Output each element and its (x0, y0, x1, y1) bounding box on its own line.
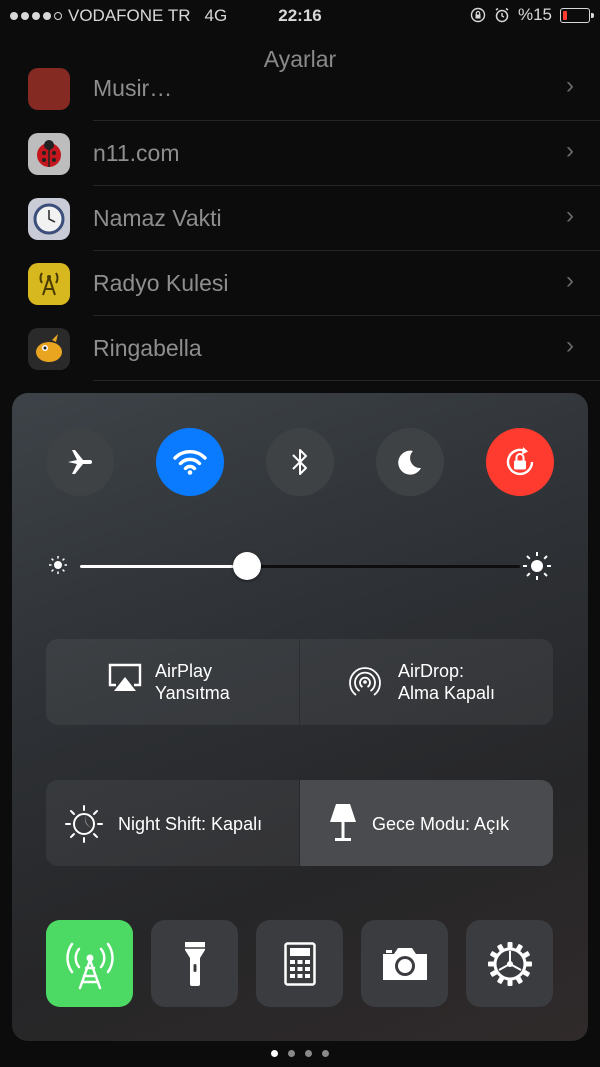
list-item[interactable]: Musir… › (0, 56, 600, 121)
battery-percentage: %15 (517, 5, 552, 24)
airdrop-icon (349, 667, 381, 696)
clock-icon (28, 198, 70, 240)
list-item[interactable]: Radyo Kulesi › (0, 251, 600, 316)
airplay-button[interactable]: AirPlay Yansıtma (46, 639, 299, 725)
wifi-toggle[interactable] (156, 428, 224, 496)
airplane-icon (68, 450, 92, 474)
calculator-button[interactable] (256, 920, 343, 1007)
ladybug-icon (28, 133, 70, 175)
page-indicator[interactable] (0, 1050, 600, 1057)
airplay-airdrop-row: AirPlay Yansıtma AirDrop: Alma Kapalı (46, 639, 553, 725)
do-not-disturb-toggle[interactable] (376, 428, 444, 496)
chevron-right-icon: › (566, 267, 574, 294)
night-shift-button[interactable]: Night Shift: Kapalı (46, 780, 299, 866)
list-item-label: Namaz Vakti (93, 205, 222, 231)
flashlight-button[interactable] (151, 920, 238, 1007)
page-dot[interactable] (288, 1050, 295, 1057)
brightness-track[interactable] (80, 552, 520, 580)
airdrop-button[interactable]: AirDrop: Alma Kapalı (300, 639, 553, 725)
cellular-data-button[interactable] (46, 920, 133, 1007)
airdrop-title: AirDrop: (398, 661, 465, 681)
brightness-fill (80, 565, 248, 568)
night-shift-label: Night Shift: Kapalı (118, 814, 263, 834)
night-mode-button[interactable]: Gece Modu: Açık (300, 780, 553, 866)
battery-icon (560, 7, 594, 23)
rotation-lock-status-icon (470, 7, 486, 23)
list-item[interactable]: Namaz Vakti › (0, 186, 600, 251)
list-item-label: Ringabella (93, 335, 202, 361)
moon-icon (398, 450, 421, 475)
radio-tower-icon (28, 263, 70, 305)
chevron-right-icon: › (566, 137, 574, 164)
chevron-right-icon: › (566, 202, 574, 229)
airplane-mode-toggle[interactable] (46, 428, 114, 496)
flashlight-icon (184, 941, 205, 986)
wifi-icon (173, 450, 207, 475)
list-item-label: n11.com (93, 140, 180, 166)
page-dot[interactable] (322, 1050, 329, 1057)
night-mode-label: Gece Modu: Açık (372, 814, 510, 834)
list-item[interactable]: Ringabella › (0, 316, 600, 381)
page-dot[interactable] (271, 1050, 278, 1057)
calculator-icon (283, 941, 316, 986)
brightness-high-icon (523, 552, 551, 580)
chevron-right-icon: › (566, 72, 574, 99)
control-center: AirPlay Yansıtma AirDrop: Alma Kapalı Ni… (12, 393, 588, 1041)
list-item-label: Musir… (93, 75, 173, 101)
bluetooth-toggle[interactable] (266, 428, 334, 496)
airdrop-subtitle: Alma Kapalı (398, 683, 496, 703)
page-dot[interactable] (305, 1050, 312, 1057)
list-item-label: Radyo Kulesi (93, 270, 229, 296)
camera-button[interactable] (361, 920, 448, 1007)
antenna-icon (65, 942, 114, 989)
brightness-thumb[interactable] (233, 552, 262, 580)
red-app-icon (28, 68, 70, 110)
night-shift-row: Night Shift: Kapalı Gece Modu: Açık (46, 780, 553, 866)
airplay-icon (108, 663, 142, 691)
settings-button[interactable] (466, 920, 553, 1007)
bird-icon (28, 328, 70, 370)
list-item[interactable]: n11.com › (0, 121, 600, 186)
bluetooth-icon (292, 449, 307, 475)
status-bar: VODAFONE TR 4G 22:16 %15 (0, 0, 600, 32)
camera-icon (382, 947, 427, 980)
night-shift-icon (65, 805, 103, 843)
brightness-low-icon (49, 556, 67, 574)
lamp-icon (330, 804, 356, 841)
chevron-right-icon: › (566, 332, 574, 359)
airplay-title: AirPlay (155, 661, 213, 681)
brightness-slider[interactable] (48, 551, 552, 581)
airplay-subtitle: Yansıtma (155, 683, 230, 703)
rotation-lock-toggle[interactable] (486, 428, 554, 496)
alarm-icon (495, 7, 509, 23)
rotation-lock-icon (506, 447, 534, 476)
gear-icon (487, 941, 532, 986)
